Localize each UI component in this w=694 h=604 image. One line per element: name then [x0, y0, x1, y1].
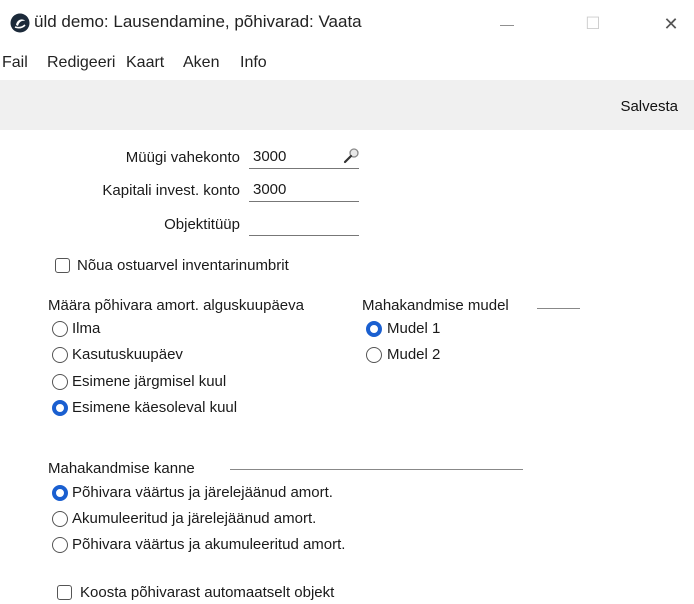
- capital-account-field[interactable]: 3000: [249, 179, 359, 202]
- writeoff-model-label-2: Mudel 2: [387, 346, 441, 363]
- depr-start-label-jargmisel: Esimene järgmisel kuul: [72, 373, 227, 390]
- menu-redigeeri[interactable]: Redigeeri: [47, 54, 115, 72]
- close-icon: ✕: [663, 13, 679, 34]
- depr-start-heading: Määra põhivara amort. alguskuupäeva: [48, 297, 304, 314]
- depr-start-label-kaesoleval: Esimene käesoleval kuul: [72, 399, 238, 416]
- menu-kaart[interactable]: Kaart: [126, 54, 164, 72]
- title-bar: üld demo: Lausendamine, põhivarad: Vaata…: [0, 0, 694, 50]
- writeoff-entry-radio-2[interactable]: [52, 511, 68, 527]
- depr-start-radio-kaesoleval[interactable]: [52, 400, 68, 416]
- writeoff-model-label-1: Mudel 1: [387, 320, 441, 337]
- maximize-button[interactable]: ☐: [570, 8, 616, 40]
- menu-fail[interactable]: Fail: [2, 54, 28, 72]
- sales-account-label: Müügi vahekonto: [125, 149, 240, 166]
- writeoff-entry-label-2: Akumuleeritud ja järelejäänud amort.: [72, 510, 317, 527]
- search-icon[interactable]: [343, 147, 361, 165]
- close-button[interactable]: ✕: [648, 8, 694, 40]
- writeoff-model-radio-2[interactable]: [366, 347, 382, 363]
- depr-start-radio-ilma[interactable]: [52, 321, 68, 337]
- writeoff-entry-radio-3[interactable]: [52, 537, 68, 553]
- depr-start-label-kasutus: Kasutuskuupäev: [72, 346, 183, 363]
- maximize-icon: ☐: [585, 14, 601, 33]
- depr-start-label-ilma: Ilma: [72, 320, 101, 337]
- auto-object-checkbox[interactable]: [57, 585, 72, 600]
- capital-account-label: Kapitali invest. konto: [102, 182, 240, 199]
- depr-start-radio-kasutus[interactable]: [52, 347, 68, 363]
- writeoff-entry-divider: [230, 469, 523, 470]
- capital-account-value: 3000: [253, 181, 287, 198]
- save-button[interactable]: Salvesta: [620, 98, 678, 115]
- menu-info[interactable]: Info: [240, 54, 267, 72]
- writeoff-model-divider: [537, 308, 580, 309]
- object-type-label: Objektitüüp: [164, 216, 240, 233]
- auto-object-label: Koosta põhivarast automaatselt objekt: [80, 584, 335, 601]
- writeoff-entry-label-1: Põhivara väärtus ja järelejäänud amort.: [72, 484, 333, 501]
- toolbar: Salvesta: [0, 80, 694, 130]
- writeoff-model-heading: Mahakandmise mudel: [362, 297, 509, 314]
- object-type-field[interactable]: [249, 213, 359, 236]
- sales-account-value: 3000: [253, 148, 287, 165]
- minimize-icon: —: [500, 16, 514, 32]
- require-inventory-checkbox[interactable]: [55, 258, 70, 273]
- minimize-button[interactable]: —: [484, 8, 530, 40]
- menu-aken[interactable]: Aken: [183, 54, 219, 72]
- writeoff-entry-radio-1[interactable]: [52, 485, 68, 501]
- writeoff-entry-heading: Mahakandmise kanne: [48, 460, 195, 477]
- depr-start-radio-jargmisel[interactable]: [52, 374, 68, 390]
- writeoff-entry-label-3: Põhivara väärtus ja akumuleeritud amort.: [72, 536, 346, 553]
- app-logo-icon: [10, 13, 30, 33]
- writeoff-model-radio-1[interactable]: [366, 321, 382, 337]
- window-title: üld demo: Lausendamine, põhivarad: Vaata: [34, 12, 362, 31]
- require-inventory-label: Nõua ostuarvel inventarinumbrit: [77, 257, 289, 274]
